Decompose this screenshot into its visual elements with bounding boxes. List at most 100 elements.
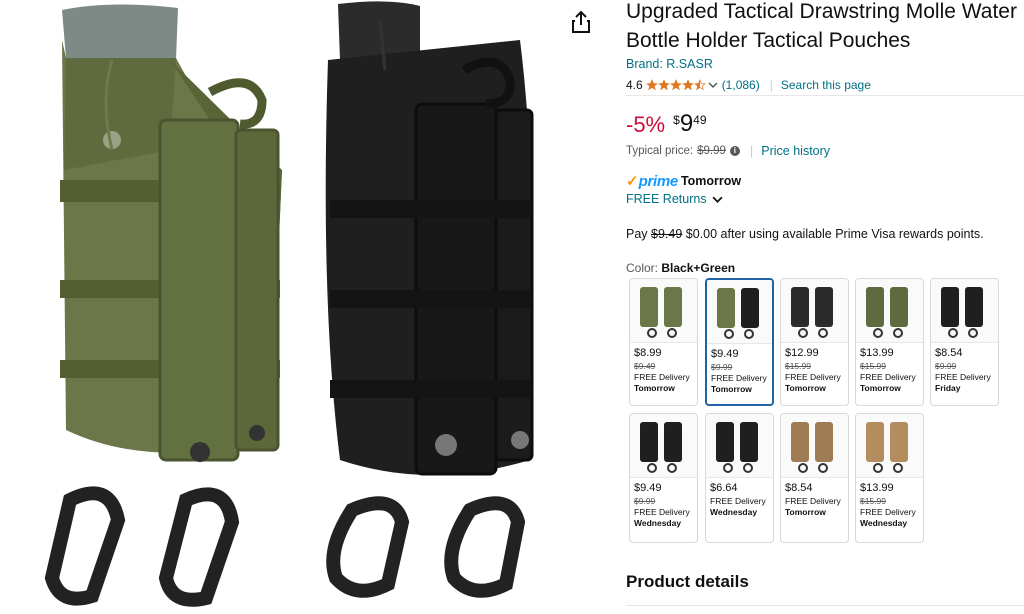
price-block: -5% $ 9 49 [626,110,707,140]
green-pouch-graphic [60,4,282,462]
swatch-thumbnail [856,414,923,478]
free-returns-link[interactable]: FREE Returns [626,192,723,206]
price-history-link[interactable]: Price history [761,144,830,158]
swatch-list-price: $15.99 [785,361,811,371]
color-swatch[interactable]: $13.99 $15.99 FREE Delivery Wednesday [855,413,924,543]
swatch-delivery-day: Tomorrow [785,383,826,393]
rating-value: 4.6 [626,78,643,92]
swatch-price: $9.49 [634,482,662,494]
swatch-thumbnail [931,279,998,343]
price-symbol: $ [673,113,680,127]
star-icon [645,79,658,91]
typical-price-label: Typical price: [626,144,694,157]
swatch-price: $12.99 [785,347,819,359]
price-fraction: 49 [693,113,707,127]
rating-row: 4.6 (1,086) | Search this page [626,76,1024,94]
share-button[interactable] [570,10,592,34]
swatch-delivery-day: Tomorrow [860,383,901,393]
free-returns-label: FREE Returns [626,192,707,206]
divider [626,605,1024,606]
star-icon [657,79,670,91]
pay-prefix: Pay [626,227,648,241]
carabiner-graphics [44,486,526,607]
swatch-list-price: $9.99 [935,361,957,371]
prime-logo: prime [638,172,679,190]
product-details-heading: Product details [626,572,749,591]
color-swatch[interactable]: $9.49 $9.99 FREE Delivery Wednesday [629,413,698,543]
swatch-list-price: $9.99 [634,496,656,506]
swatch-delivery: FREE Delivery [935,372,991,382]
swatch-thumbnail [630,414,697,478]
swatch-thumbnail [630,279,697,343]
product-main-image[interactable] [0,0,560,614]
swatch-delivery: FREE Delivery [711,373,767,383]
swatch-delivery: FREE Delivery [860,372,916,382]
swatch-delivery-day: Tomorrow [785,507,826,517]
swatch-price: $6.64 [710,482,738,494]
chevron-down-icon[interactable] [708,80,718,90]
discount-percent: -5% [626,112,666,137]
swatch-delivery: FREE Delivery [785,372,841,382]
info-icon[interactable]: i [729,145,740,156]
swatch-thumbnail [706,414,773,478]
swatch-price: $13.99 [860,482,894,494]
swatch-delivery-day: Wednesday [634,518,682,528]
swatch-thumbnail [781,279,848,343]
swatch-list-price: $9.49 [634,361,656,371]
swatch-delivery-day: Tomorrow [634,383,675,393]
prime-delivery-day: Tomorrow [680,174,742,188]
color-swatch[interactable]: $8.54 $9.99 FREE Delivery Friday [930,278,999,406]
chevron-down-icon [712,196,723,203]
swatch-delivery-day: Friday [935,383,961,393]
color-swatch[interactable]: $9.49 $9.99 FREE Delivery Tomorrow [705,278,774,406]
star-icon [693,79,706,91]
swatch-delivery: FREE Delivery [634,507,690,517]
prime-visa-offer: Pay $9.49 $0.00 after using available Pr… [626,227,984,241]
swatch-price: $8.99 [634,347,662,359]
swatch-delivery-day: Wednesday [710,507,758,517]
color-swatch[interactable]: $6.64 FREE Delivery Wednesday [705,413,774,543]
swatch-delivery-day: Tomorrow [711,384,752,394]
swatch-price: $8.54 [935,347,963,359]
swatch-thumbnail [781,414,848,478]
prime-check-icon: ✓ [626,173,639,190]
color-selected-value: Black+Green [661,261,736,275]
swatch-list-price: $15.99 [860,361,886,371]
swatch-delivery-day: Wednesday [860,518,908,528]
product-title: Upgraded Tactical Drawstring Molle Water… [626,0,1017,52]
swatch-delivery: FREE Delivery [785,496,841,506]
typical-price-value: $9.99 [697,144,726,157]
color-swatch[interactable]: $12.99 $15.99 FREE Delivery Tomorrow [780,278,849,406]
swatch-list-price: $9.99 [711,362,733,372]
price-whole: 9 [679,110,694,137]
swatch-thumbnail [856,279,923,343]
product-photo [44,1,534,607]
product-info: Upgraded Tactical Drawstring Molle Water… [626,0,1024,275]
prime-delivery-row: ✓ prime Tomorrow [626,172,742,191]
color-label: Color: Black+Green [626,261,735,275]
swatch-list-price: $15.99 [860,496,886,506]
pay-struck-price: $9.49 [651,227,683,241]
swatch-price: $13.99 [860,347,894,359]
color-swatch[interactable]: $13.99 $15.99 FREE Delivery Tomorrow [855,278,924,406]
swatch-delivery: FREE Delivery [634,372,690,382]
divider [626,95,1024,96]
divider: | [769,78,773,92]
color-swatch[interactable]: $8.54 FREE Delivery Tomorrow [780,413,849,543]
star-icon [681,79,694,91]
swatch-delivery: FREE Delivery [860,507,916,517]
search-this-page-link[interactable]: Search this page [781,78,871,92]
share-icon [572,10,590,33]
pay-offer-text: $0.00 after using available Prime Visa r… [685,227,984,241]
star-icon [669,79,682,91]
swatch-price: $9.49 [711,348,739,360]
color-label-prefix: Color: [626,261,659,275]
review-count-link[interactable]: (1,086) [722,78,760,92]
star-rating[interactable] [645,79,706,91]
typical-price-row: Typical price: $9.99 i | Price history [626,143,830,158]
brand-link[interactable]: Brand: R.SASR [626,57,1024,71]
swatch-delivery: FREE Delivery [710,496,766,506]
divider: | [749,143,754,158]
color-swatch[interactable]: $8.99 $9.49 FREE Delivery Tomorrow [629,278,698,406]
swatch-thumbnail [707,280,772,344]
